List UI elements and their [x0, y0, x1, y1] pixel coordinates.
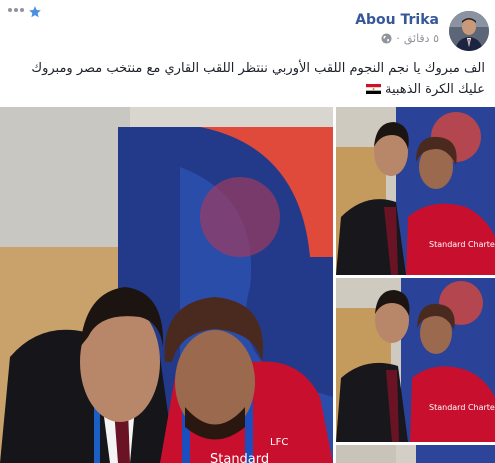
- lfc-badge-text: LFC: [270, 437, 288, 448]
- post-meta: ٥ دقائق ·: [381, 32, 439, 45]
- post-text: الف مبروك يا نجم النجوم اللقب الأوربي نن…: [14, 58, 485, 100]
- photo-bottom-right[interactable]: [336, 445, 495, 463]
- facebook-post: Abou Trika ٥ دقائق · الف مبروك يا نجم ال…: [0, 0, 495, 463]
- jersey-sponsor-main: Standard: [210, 452, 269, 463]
- photo-middle-right[interactable]: Standard Chartered: [336, 278, 495, 442]
- author-avatar[interactable]: [449, 11, 489, 51]
- jersey-sponsor-mid: Standard Chartered: [429, 403, 495, 412]
- globe-icon: [381, 33, 392, 44]
- post-time[interactable]: ٥ دقائق: [404, 32, 439, 45]
- photo-top-right[interactable]: Standard Chartered: [336, 107, 495, 275]
- more-options-icon[interactable]: [8, 8, 24, 12]
- author-name[interactable]: Abou Trika: [355, 12, 439, 28]
- egypt-flag-icon: [365, 84, 381, 94]
- post-text-body: الف مبروك يا نجم النجوم اللقب الأوربي نن…: [31, 61, 485, 97]
- star-icon[interactable]: [28, 5, 42, 19]
- jersey-sponsor-top: Standard Chartered: [429, 240, 495, 249]
- photo-main[interactable]: LFC Standard: [0, 107, 333, 463]
